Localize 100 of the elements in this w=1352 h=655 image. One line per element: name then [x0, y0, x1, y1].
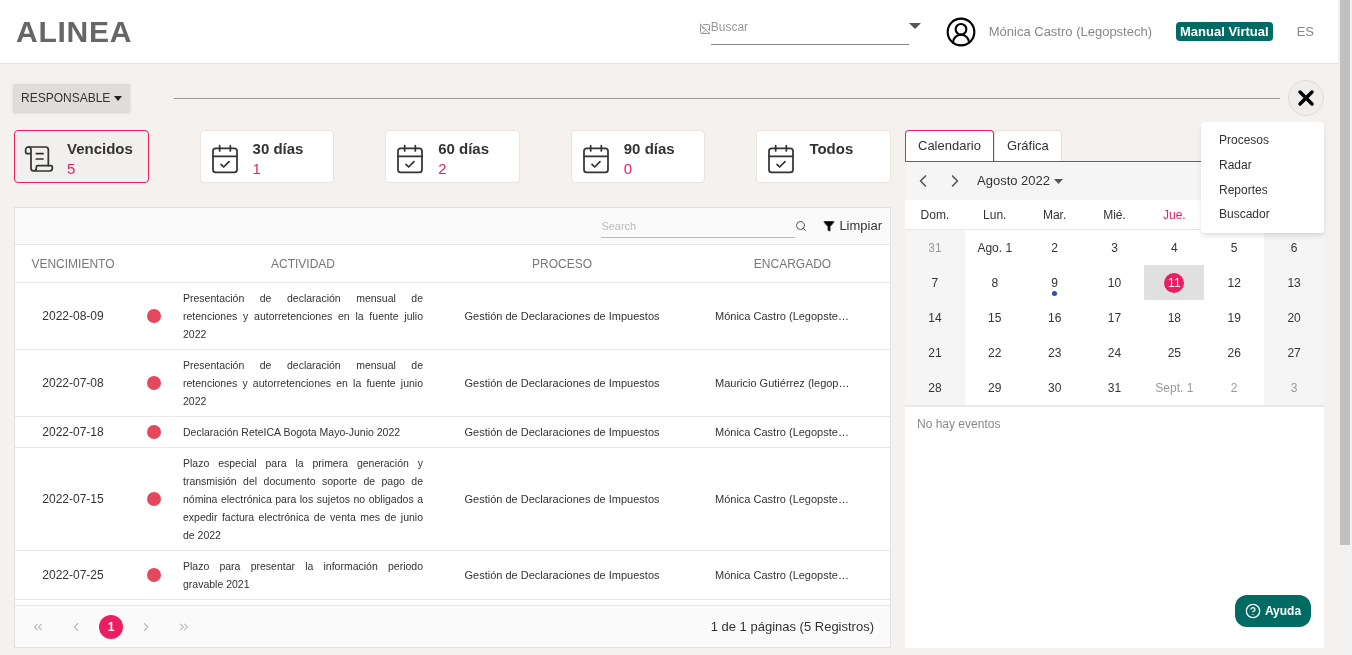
- calendar-day[interactable]: 26: [1204, 335, 1265, 370]
- menu-item[interactable]: Buscador: [1201, 202, 1324, 227]
- table-cell-text: Presentación de declaración mensual de retenciones y autorretenciones en la fuente junio 2022: [182, 358, 424, 409]
- calendar-day[interactable]: 16: [1024, 300, 1085, 335]
- column-header[interactable]: ENCARGADO: [695, 254, 890, 273]
- month-selector[interactable]: Agosto 2022: [977, 171, 1063, 191]
- calendar-day[interactable]: 11: [1144, 265, 1205, 300]
- card-label: 90 días: [623, 139, 675, 159]
- calendar-day[interactable]: 10: [1084, 265, 1145, 300]
- filter-card[interactable]: 90 días 0: [570, 130, 706, 183]
- calendar-day[interactable]: 12: [1204, 265, 1265, 300]
- table-cell-text: 2022-08-09: [41, 308, 105, 325]
- table-cell-text: Declaración ReteICA Bogota Mayo-Junio 2022: [182, 425, 402, 440]
- weekday-label: Jue.: [1162, 206, 1187, 224]
- calendar-day[interactable]: 17: [1084, 300, 1145, 335]
- calendar-tab[interactable]: Gráfica: [993, 130, 1062, 161]
- pagination-summary: 1 de 1 páginas (5 Registros): [710, 617, 874, 636]
- filter-card[interactable]: Vencidos 5: [14, 130, 149, 183]
- menu-item[interactable]: Procesos: [1201, 128, 1324, 153]
- language-selector[interactable]: ES: [1296, 21, 1314, 42]
- table-cell-text: 2022-07-15: [41, 491, 105, 508]
- table-cell-text: Gestión de Declaraciones de Impuestos: [463, 568, 661, 583]
- card-count: 1: [252, 159, 262, 179]
- calendar-day[interactable]: 14: [905, 300, 965, 335]
- calendar-day[interactable]: 22: [964, 335, 1025, 370]
- filter-icon: [823, 220, 836, 232]
- column-header[interactable]: VENCIMIENTO: [15, 254, 131, 273]
- calendar-day[interactable]: 27: [1264, 335, 1324, 370]
- page-button[interactable]: 1: [99, 614, 123, 639]
- calendar-day[interactable]: 7: [905, 265, 965, 300]
- logo[interactable]: ALINEA: [16, 9, 133, 54]
- table-cell-text: Gestión de Declaraciones de Impuestos: [463, 425, 661, 440]
- table-cell-text: Plazo para presentar la información periodo gravable 2021: [182, 559, 424, 592]
- events-empty-message: No hay eventos: [916, 416, 1002, 433]
- filter-card[interactable]: 30 días 1: [199, 130, 335, 183]
- caret-icon: [1054, 178, 1063, 184]
- table-search-field[interactable]: Search: [601, 214, 796, 238]
- calendar-day[interactable]: 9: [1024, 265, 1085, 300]
- calendar-day[interactable]: 3: [1084, 230, 1145, 265]
- table-cell-text: 2022-07-25: [41, 567, 105, 584]
- calendar-day[interactable]: 5: [1204, 230, 1265, 265]
- calendar-day[interactable]: 8: [964, 265, 1025, 300]
- column-header[interactable]: ACTIVIDAD: [177, 254, 429, 273]
- calendar-day[interactable]: 15: [964, 300, 1025, 335]
- help-icon: [1244, 603, 1261, 619]
- user-name[interactable]: Mónica Castro (Legopstech): [988, 21, 1153, 42]
- card-label: 60 días: [438, 139, 490, 159]
- filter-card[interactable]: Todos: [756, 130, 891, 183]
- manual-button[interactable]: Manual Virtual: [1176, 21, 1273, 42]
- calendar-day[interactable]: 2: [1024, 230, 1085, 265]
- calendar-day[interactable]: 4: [1144, 230, 1205, 265]
- calendar-day[interactable]: 28: [905, 370, 965, 405]
- calendar-day[interactable]: 23: [1024, 335, 1085, 370]
- calendar-tab[interactable]: Calendario: [905, 130, 994, 161]
- menu-item[interactable]: Radar: [1201, 152, 1324, 178]
- calendar-day[interactable]: 19: [1204, 300, 1265, 335]
- filter-card[interactable]: 60 días 2: [385, 130, 520, 183]
- table-cell-text: Mónica Castro (Legopste…: [714, 425, 850, 440]
- calendar-day[interactable]: 13: [1264, 265, 1324, 300]
- menu-item[interactable]: Reportes: [1201, 177, 1324, 203]
- table-cell-text: Gestión de Declaraciones de Impuestos: [463, 492, 661, 507]
- calendar-day[interactable]: 29: [964, 370, 1025, 405]
- calendar-day[interactable]: 20: [1264, 300, 1324, 335]
- card-count: 0: [623, 159, 634, 179]
- caret-icon: [908, 22, 921, 31]
- calendar-day[interactable]: 31: [1084, 370, 1145, 405]
- calendar-day[interactable]: 21: [905, 335, 965, 370]
- weekday-label: Mié.: [1102, 206, 1127, 224]
- calendar-day[interactable]: 30: [1024, 370, 1085, 405]
- card-count: 2: [438, 159, 448, 179]
- weekday-label: Lun.: [982, 206, 1008, 224]
- search-icon: [795, 220, 808, 232]
- help-button[interactable]: Ayuda: [1235, 595, 1311, 627]
- calendar-day[interactable]: Ago. 1: [964, 230, 1025, 265]
- caret-icon: [114, 95, 123, 101]
- card-label: 30 días: [252, 139, 304, 159]
- table-cell-text: Mónica Castro (Legopste…: [714, 492, 850, 507]
- table-cell-text: Mónica Castro (Legopste…: [714, 568, 850, 583]
- table-cell-text: Plazo especial para la primera generación y transmisión del documento soporte de pago de nómina electrónica para los sujetos no obligados a expedir factura electrónica de venta mes de junio de 2022: [182, 456, 424, 543]
- card-count: 5: [67, 159, 77, 179]
- table-cell-text: Presentación de declaración mensual de retenciones y autorretenciones en la fuente julio 2022: [182, 291, 424, 342]
- weekday-label: Mar.: [1041, 206, 1068, 224]
- clear-filter-button[interactable]: Limpiar: [823, 216, 882, 236]
- table-cell-text: Gestión de Declaraciones de Impuestos: [463, 376, 661, 391]
- card-label: Todos: [809, 139, 854, 159]
- user-avatar-icon[interactable]: [944, 15, 977, 48]
- responsible-dropdown[interactable]: RESPONSABLE: [13, 84, 131, 112]
- calendar-day[interactable]: 25: [1144, 335, 1205, 370]
- close-button[interactable]: [1288, 80, 1324, 116]
- table-cell-text: 2022-07-08: [41, 375, 105, 392]
- column-header[interactable]: PROCESO: [429, 254, 695, 273]
- table-cell-text: Gestión de Declaraciones de Impuestos: [463, 309, 661, 324]
- card-label: Vencidos: [67, 139, 133, 159]
- calendar-day[interactable]: 24: [1084, 335, 1145, 370]
- table-cell-text: Mónica Castro (Legopste…: [714, 309, 850, 324]
- calendar-day[interactable]: 18: [1144, 300, 1205, 335]
- table-cell-text: 2022-07-18: [41, 424, 105, 441]
- table-cell-text: Mauricio Gutiérrez (legop…: [714, 376, 851, 391]
- weekday-label: Dom.: [919, 206, 951, 224]
- global-search-combobox[interactable]: Buscar: [710, 18, 909, 45]
